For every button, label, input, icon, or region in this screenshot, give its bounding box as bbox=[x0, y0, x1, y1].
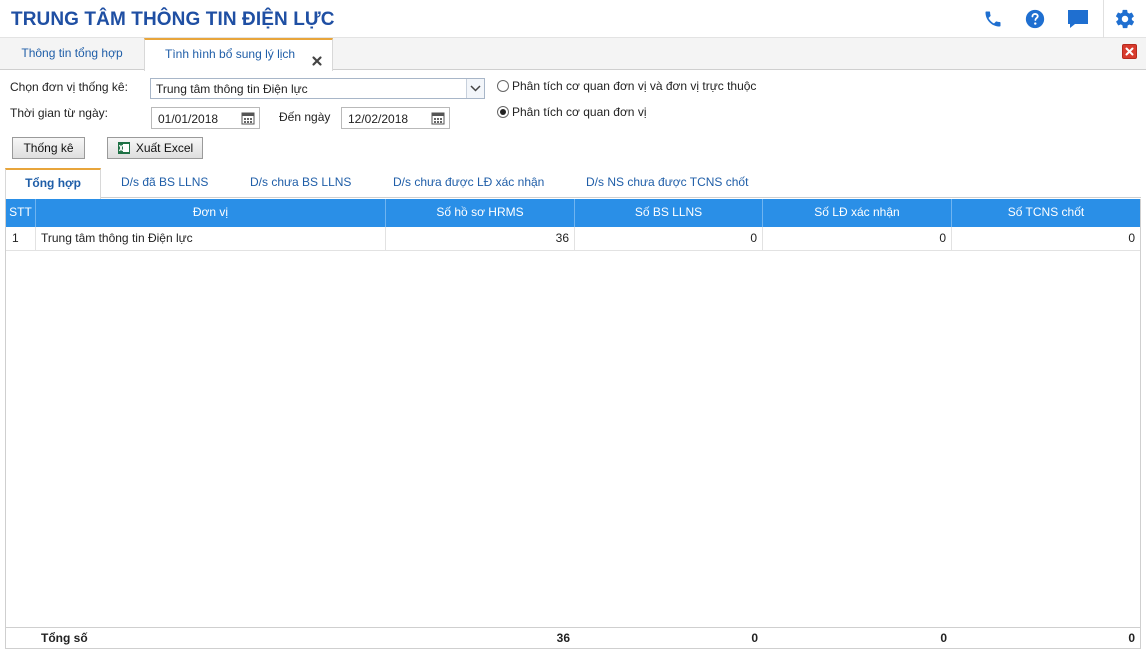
excel-icon bbox=[117, 141, 131, 155]
col-so-ld-xac-nhan[interactable]: Số LĐ xác nhận bbox=[763, 199, 952, 227]
phone-icon[interactable] bbox=[981, 7, 1005, 31]
col-so-bs-llns[interactable]: Số BS LLNS bbox=[575, 199, 763, 227]
cell-tcns-chot: 0 bbox=[1128, 231, 1135, 245]
export-excel-button[interactable]: Xuất Excel bbox=[107, 137, 203, 159]
to-date-field[interactable]: 12/02/2018 bbox=[341, 107, 450, 129]
from-date-field[interactable]: 01/01/2018 bbox=[151, 107, 260, 129]
radio-unit-only[interactable]: Phân tích cơ quan đơn vị bbox=[497, 105, 646, 119]
stats-button[interactable]: Thống kê bbox=[12, 137, 85, 159]
close-tab-icon[interactable] bbox=[311, 49, 323, 66]
cell-bs-llns: 0 bbox=[575, 227, 763, 251]
subtab-ds-chua-bs-llns[interactable]: D/s chưa BS LLNS bbox=[250, 168, 351, 198]
col-so-tcns-chot[interactable]: Số TCNS chốt bbox=[952, 199, 1140, 227]
to-date-value: 12/02/2018 bbox=[348, 112, 409, 126]
app-header: TRUNG TÂM THÔNG TIN ĐIỆN LỰC bbox=[0, 0, 1146, 38]
radio-unit-and-subunits[interactable]: Phân tích cơ quan đơn vị và đơn vị trực … bbox=[497, 79, 756, 93]
cell-stt: 1 bbox=[6, 227, 36, 251]
col-so-ho-so-hrms[interactable]: Số hồ sơ HRMS bbox=[386, 199, 575, 227]
radio-label: Phân tích cơ quan đơn vị bbox=[512, 105, 647, 119]
footer-tcns-chot: 0 bbox=[1128, 631, 1135, 645]
subtab-ds-da-bs-llns[interactable]: D/s đã BS LLNS bbox=[121, 168, 208, 198]
unit-select[interactable]: Trung tâm thông tin Điện lực bbox=[150, 78, 485, 99]
grid-footer: Tổng số 36 0 0 0 bbox=[6, 627, 1140, 648]
from-date-value: 01/01/2018 bbox=[158, 112, 219, 126]
col-stt[interactable]: STT bbox=[6, 199, 36, 227]
help-icon[interactable] bbox=[1023, 7, 1047, 31]
calendar-icon[interactable] bbox=[238, 109, 258, 127]
sub-tab-bar: Tổng hợp D/s đã BS LLNS D/s chưa BS LLNS… bbox=[5, 168, 1141, 199]
header-divider bbox=[1103, 0, 1104, 38]
chevron-down-icon[interactable] bbox=[466, 79, 484, 98]
subtab-tong-hop[interactable]: Tổng hợp bbox=[5, 168, 101, 199]
tab-tinh-hinh-bo-sung-ly-lich[interactable]: Tình hình bổ sung lý lịch bbox=[144, 38, 333, 71]
main-tab-bar: Thông tin tổng hợp Tình hình bổ sung lý … bbox=[0, 38, 1146, 71]
footer-bs-llns: 0 bbox=[751, 631, 758, 645]
footer-ld-xac-nhan: 0 bbox=[940, 631, 947, 645]
subtab-ds-chua-ld-xac-nhan[interactable]: D/s chưa được LĐ xác nhận bbox=[393, 168, 544, 198]
to-date-label: Đến ngày bbox=[279, 110, 331, 124]
radio-label: Phân tích cơ quan đơn vị và đơn vị trực … bbox=[512, 79, 757, 93]
radio-button[interactable] bbox=[497, 80, 509, 92]
cell-don-vi: Trung tâm thông tin Điện lực bbox=[36, 227, 386, 251]
data-grid: STT Đơn vị Số hồ sơ HRMS Số BS LLNS Số L… bbox=[5, 199, 1141, 649]
subtab-ds-ns-chua-tcns-chot[interactable]: D/s NS chưa được TCNS chốt bbox=[586, 168, 748, 198]
chat-icon[interactable] bbox=[1066, 7, 1090, 31]
footer-hrms: 36 bbox=[556, 631, 570, 645]
calendar-icon[interactable] bbox=[428, 109, 448, 127]
gear-icon[interactable] bbox=[1113, 7, 1137, 31]
from-date-label: Thời gian từ ngày: bbox=[10, 106, 108, 120]
col-don-vi[interactable]: Đơn vị bbox=[36, 199, 386, 227]
grid-header: STT Đơn vị Số hồ sơ HRMS Số BS LLNS Số L… bbox=[6, 199, 1140, 227]
unit-select-value: Trung tâm thông tin Điện lực bbox=[156, 82, 308, 96]
tab-thong-tin-tong-hop[interactable]: Thông tin tổng hợp bbox=[0, 38, 144, 70]
export-excel-label: Xuất Excel bbox=[135, 141, 194, 155]
radio-button-selected[interactable] bbox=[497, 106, 509, 118]
cell-hrms: 36 bbox=[386, 227, 575, 251]
unit-label: Chọn đơn vị thống kê: bbox=[10, 80, 128, 94]
app-title: TRUNG TÂM THÔNG TIN ĐIỆN LỰC bbox=[11, 9, 335, 30]
table-row[interactable]: 1 Trung tâm thông tin Điện lực 36 0 0 0 bbox=[6, 227, 1140, 251]
tab-label: Tình hình bổ sung lý lịch bbox=[165, 47, 296, 61]
footer-label: Tổng số bbox=[41, 631, 88, 645]
close-window-icon[interactable] bbox=[1122, 44, 1137, 59]
cell-ld-xac-nhan: 0 bbox=[763, 227, 952, 251]
